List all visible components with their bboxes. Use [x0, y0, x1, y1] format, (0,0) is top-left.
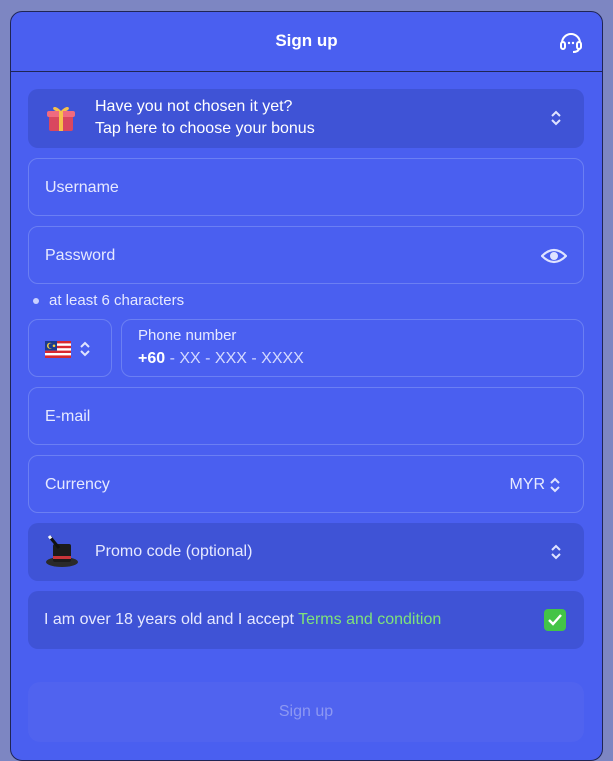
malaysia-flag-icon	[45, 341, 71, 358]
currency-selector[interactable]: Currency MYR	[28, 455, 584, 513]
chevron-up-down-icon	[550, 477, 560, 493]
bonus-line2: Tap here to choose your bonus	[95, 120, 315, 137]
promo-code-selector[interactable]: Promo code (optional)	[28, 523, 584, 581]
currency-value: MYR	[509, 476, 545, 493]
terms-text: I am over 18 years old and I accept Term…	[44, 611, 441, 629]
password-field[interactable]: Password	[28, 226, 584, 284]
promo-code-label: Promo code (optional)	[95, 543, 253, 560]
modal-header: Sign up	[11, 12, 602, 72]
gift-icon	[47, 106, 75, 131]
terms-row: I am over 18 years old and I accept Term…	[28, 591, 584, 649]
email-field[interactable]: E-mail	[28, 387, 584, 445]
chevron-up-down-icon	[551, 110, 561, 126]
eye-icon[interactable]	[541, 246, 567, 266]
bullet-dot	[33, 298, 39, 305]
page-title: Sign up	[275, 31, 338, 50]
phone-field[interactable]: Phone number +60 - XX - XXX - XXXX	[121, 319, 584, 377]
country-selector[interactable]	[28, 319, 112, 377]
bonus-selector[interactable]: Have you not chosen it yet? Tap here to …	[28, 89, 584, 148]
email-placeholder: E-mail	[45, 408, 91, 425]
phone-label: Phone number	[138, 327, 237, 344]
password-hint-text: at least 6 characters	[49, 292, 185, 309]
currency-label: Currency	[45, 476, 110, 493]
magic-hat-icon	[46, 535, 78, 567]
signup-modal: Sign up Have you not chosen it yet? Tap …	[10, 11, 603, 761]
terms-prefix: I am over 18 years old and I accept	[44, 611, 299, 628]
username-field[interactable]: Username	[28, 158, 584, 216]
phone-prefix: +60	[138, 350, 166, 367]
terms-link[interactable]: Terms and condition	[298, 611, 441, 628]
support-headset-icon[interactable]	[558, 29, 584, 55]
username-placeholder: Username	[45, 179, 119, 196]
password-hint: at least 6 characters	[33, 292, 184, 309]
chevron-up-down-icon	[551, 544, 561, 560]
password-placeholder: Password	[45, 247, 116, 264]
bonus-line1: Have you not chosen it yet?	[95, 98, 293, 115]
checkmark-icon	[548, 614, 562, 626]
chevron-up-down-icon	[80, 341, 90, 357]
phone-value: +60 - XX - XXX - XXXX	[138, 350, 304, 368]
terms-checkbox[interactable]	[544, 609, 566, 631]
signup-button[interactable]: Sign up	[28, 682, 584, 742]
phone-mask: - XX - XXX - XXXX	[165, 350, 304, 367]
